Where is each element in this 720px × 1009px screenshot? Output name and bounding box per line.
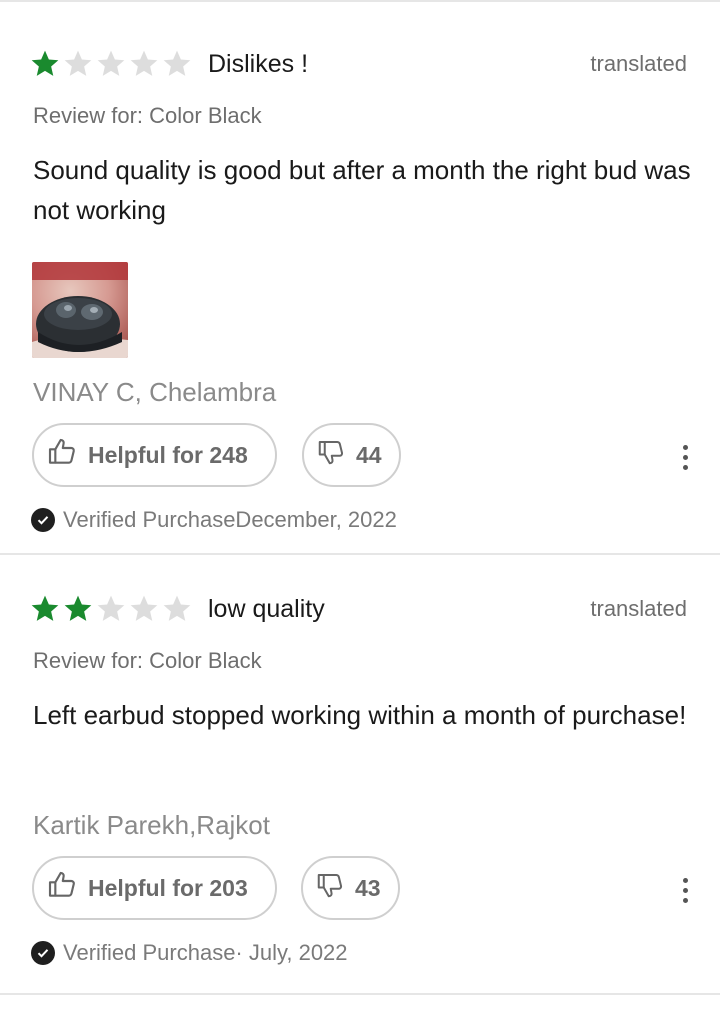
star-empty-icon — [130, 595, 158, 621]
dislike-button[interactable]: 43 — [301, 856, 400, 920]
translated-label[interactable]: translated — [590, 596, 687, 622]
star-rating — [29, 48, 193, 80]
review-author: VINAY C, Chelambra — [33, 377, 277, 407]
verified-purchase: Verified Purchase· July, 2022 — [31, 940, 348, 966]
check-circle-icon — [31, 508, 55, 532]
star-filled-icon — [31, 595, 59, 621]
helpful-button[interactable]: Helpful for 248 — [32, 423, 277, 487]
more-options-icon[interactable] — [680, 445, 690, 470]
dislike-count: 43 — [355, 874, 381, 901]
verified-text: Verified PurchaseDecember, 2022 — [63, 507, 397, 532]
review-title: low quality — [208, 595, 325, 623]
dislike-count: 44 — [356, 441, 382, 468]
thumbs-up-icon — [46, 869, 78, 907]
thumbs-down-icon — [316, 437, 346, 473]
verified-text: Verified Purchase· July, 2022 — [63, 940, 348, 965]
more-options-icon[interactable] — [680, 878, 690, 903]
helpful-label: Helpful for 203 — [88, 874, 248, 901]
review-body: Sound quality is good but after a month … — [33, 155, 691, 225]
star-empty-icon — [64, 50, 92, 76]
star-filled-icon — [64, 595, 92, 621]
review-card: Dislikes ! translated Review for: Color … — [0, 0, 720, 553]
star-empty-icon — [163, 595, 191, 621]
check-circle-icon — [31, 941, 55, 965]
translated-label[interactable]: translated — [590, 51, 687, 77]
dislike-button[interactable]: 44 — [302, 423, 401, 487]
review-variant: Review for: Color Black — [33, 648, 262, 673]
star-empty-icon — [97, 595, 125, 621]
thumbs-up-icon — [46, 436, 78, 474]
star-empty-icon — [97, 50, 125, 76]
review-photo[interactable] — [32, 262, 128, 358]
star-empty-icon — [163, 50, 191, 76]
star-empty-icon — [130, 50, 158, 76]
thumbs-down-icon — [315, 870, 345, 906]
star-filled-icon — [31, 50, 59, 76]
review-title: Dislikes ! — [208, 50, 309, 78]
star-rating — [29, 593, 193, 625]
review-author: Kartik Parekh,Rajkot — [33, 810, 270, 840]
helpful-label: Helpful for 248 — [88, 441, 248, 468]
helpful-button[interactable]: Helpful for 203 — [32, 856, 277, 920]
review-card: low quality translated Review for: Color… — [0, 553, 720, 995]
review-body: Left earbud stopped working within a mon… — [33, 700, 687, 730]
verified-purchase: Verified PurchaseDecember, 2022 — [31, 507, 397, 533]
review-variant: Review for: Color Black — [33, 103, 262, 128]
